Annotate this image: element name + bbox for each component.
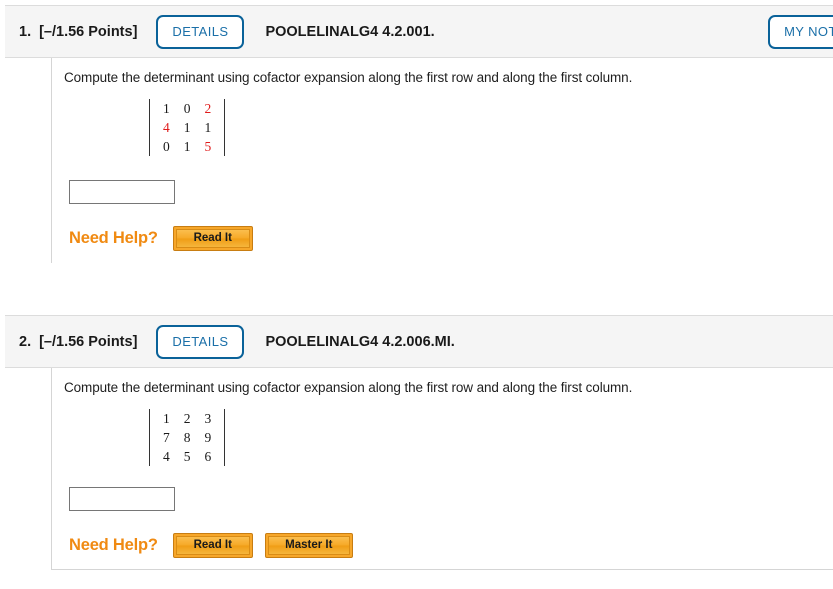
question-code: POOLELINALG4 4.2.006.MI. <box>265 333 455 350</box>
matrix-cell: 4 <box>163 449 170 464</box>
matrix-cell: 1 <box>204 120 212 135</box>
need-help-label: Need Help? <box>69 536 158 554</box>
matrix-cell: 5 <box>204 139 212 154</box>
matrix-row: 4 5 6 <box>156 447 218 466</box>
matrix-cell: 1 <box>163 101 170 116</box>
determinant-bar-right <box>224 99 226 156</box>
determinant-matrix-2: 1 2 3 7 8 9 4 5 6 <box>149 409 226 466</box>
question-body-1: Compute the determinant using cofactor e… <box>51 58 833 263</box>
answer-input[interactable] <box>69 180 175 204</box>
matrix-cell: 4 <box>163 120 170 135</box>
question-points: [–/1.56 Points] <box>39 23 138 40</box>
matrix-cell: 2 <box>183 411 191 426</box>
matrix-grid: 1 2 3 7 8 9 4 5 6 <box>156 409 218 466</box>
matrix-cell: 9 <box>204 430 212 445</box>
matrix-cell: 3 <box>204 411 212 426</box>
need-help-row-1: Need Help? Read It <box>69 226 833 251</box>
matrix-cell: 5 <box>183 449 191 464</box>
question-number: 2. <box>19 333 32 350</box>
matrix-row: 7 8 9 <box>156 428 218 447</box>
question-header-1: 1. [–/1.56 Points] DETAILS POOLELINALG4 … <box>5 5 833 58</box>
question-number: 1. <box>19 23 32 40</box>
matrix-row: 0 1 5 <box>156 137 218 156</box>
determinant-bar-left <box>149 409 150 466</box>
matrix-row: 4 1 1 <box>156 118 218 137</box>
master-it-label: Master It <box>267 536 350 555</box>
read-it-button[interactable]: Read It <box>172 226 253 251</box>
matrix-cell: 1 <box>183 120 191 135</box>
matrix-cell: 7 <box>163 430 170 445</box>
need-help-label: Need Help? <box>69 229 158 247</box>
answer-input[interactable] <box>69 487 175 511</box>
matrix-cell: 6 <box>204 449 212 464</box>
matrix-row: 1 2 3 <box>156 409 218 428</box>
matrix-cell: 0 <box>163 139 170 154</box>
question-body-2: Compute the determinant using cofactor e… <box>51 368 833 570</box>
matrix-cell: 2 <box>204 101 212 116</box>
details-button[interactable]: DETAILS <box>156 324 245 359</box>
matrix-cell: 8 <box>183 430 191 445</box>
question-points: [–/1.56 Points] <box>39 333 138 350</box>
question-prompt: Compute the determinant using cofactor e… <box>64 380 633 395</box>
matrix-cell: 0 <box>183 101 191 116</box>
read-it-label: Read It <box>175 229 250 248</box>
read-it-label: Read It <box>175 536 250 555</box>
question-code: POOLELINALG4 4.2.001. <box>265 23 435 40</box>
read-it-button[interactable]: Read It <box>172 533 253 558</box>
matrix-cell: 1 <box>183 139 191 154</box>
question-prompt: Compute the determinant using cofactor e… <box>64 70 633 85</box>
question-header-2: 2. [–/1.56 Points] DETAILS POOLELINALG4 … <box>5 315 833 368</box>
need-help-row-2: Need Help? Read It Master It <box>69 533 833 558</box>
master-it-button[interactable]: Master It <box>264 533 353 558</box>
question-card-1: 1. [–/1.56 Points] DETAILS POOLELINALG4 … <box>5 5 833 263</box>
assignment-page: 1. [–/1.56 Points] DETAILS POOLELINALG4 … <box>0 0 833 589</box>
details-button[interactable]: DETAILS <box>156 14 245 49</box>
my-notes-button[interactable]: MY NOTES <box>768 15 833 49</box>
determinant-bar-right <box>224 409 226 466</box>
matrix-grid: 1 0 2 4 1 1 0 1 5 <box>156 99 218 156</box>
determinant-bar-left <box>149 99 150 156</box>
matrix-cell: 1 <box>163 411 170 426</box>
matrix-row: 1 0 2 <box>156 99 218 118</box>
question-card-2: 2. [–/1.56 Points] DETAILS POOLELINALG4 … <box>5 315 833 570</box>
determinant-matrix-1: 1 0 2 4 1 1 0 1 5 <box>149 99 226 156</box>
